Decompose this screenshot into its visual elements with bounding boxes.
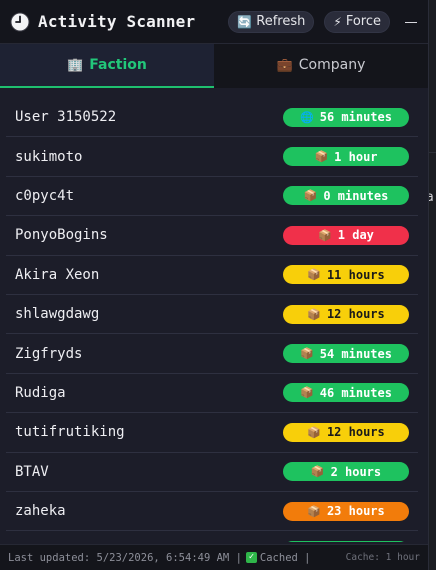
activity-badge: 📦 23 hours [283, 501, 409, 521]
activity-badge: 📦 1 day [283, 225, 409, 245]
panel-header: Activity Scanner 🔄 Refresh ⚡ Force [0, 0, 428, 44]
activity-badge-label: 1 hour [334, 149, 378, 164]
activity-badge-label: 2 hours [330, 464, 382, 479]
package-icon: 📦 [303, 189, 318, 203]
member-name[interactable]: BTAV [15, 464, 49, 480]
package-icon: 📦 [300, 386, 314, 400]
force-button[interactable]: ⚡ Force [324, 10, 390, 33]
minimize-button[interactable] [404, 15, 418, 29]
status-footer: Last updated: 5/23/2026, 6:54:49 AM | ✓ C… [0, 544, 428, 570]
refresh-button[interactable]: 🔄 Refresh [228, 10, 315, 33]
package-icon: 📦 [318, 228, 332, 242]
activity-badge: 📦 54 minutes [283, 344, 409, 364]
activity-badge: 📦 46 minutes [283, 383, 409, 403]
member-row[interactable]: BTAV 📦 2 hours [6, 453, 418, 492]
activity-badge: 🌐 56 minutes [283, 107, 409, 127]
activity-badge: 📦 11 hours [283, 265, 409, 285]
member-row[interactable]: 📦 [6, 531, 418, 542]
lightning-icon: ⚡ [333, 14, 342, 29]
member-name[interactable]: PonyoBogins [15, 227, 108, 243]
member-name[interactable]: shlawgdawg [15, 306, 99, 322]
tab-company-label: Company [298, 57, 366, 73]
activity-badge: 📦 [283, 540, 409, 542]
globe-icon: 🌐 [300, 110, 314, 124]
cached-label: Cached | [259, 551, 311, 564]
member-row[interactable]: sukimoto 📦 1 hour [6, 137, 418, 177]
package-icon: 📦 [300, 347, 314, 361]
tab-faction[interactable]: 🏢 Faction [0, 44, 214, 88]
member-row[interactable]: c0pyc4t 📦 0 minutes [6, 177, 418, 217]
member-row[interactable]: Akira Xeon 📦 11 hours [6, 256, 418, 295]
last-updated-text: Last updated: 5/23/2026, 6:54:49 AM | [8, 551, 242, 564]
clock-icon [10, 12, 30, 31]
refresh-icon: 🔄 [237, 14, 253, 29]
activity-badge-label: 56 minutes [319, 110, 392, 125]
app-title: Activity Scanner [38, 12, 196, 31]
member-row[interactable]: PonyoBogins 📦 1 day [6, 216, 418, 256]
member-name[interactable]: Akira Xeon [15, 267, 99, 283]
activity-badge: 📦 2 hours [283, 462, 409, 482]
member-name[interactable]: tutifrutiking [15, 424, 125, 440]
package-icon: 📦 [310, 465, 325, 479]
activity-badge-label: 11 hours [326, 267, 385, 282]
activity-badge-label: 0 minutes [323, 188, 389, 203]
tab-faction-label: Faction [89, 57, 147, 73]
tab-bar: 🏢 Faction 💼 Company [0, 44, 428, 88]
cached-status: ✓ Cached | [245, 551, 311, 564]
member-row[interactable]: zaheka 📦 23 hours [6, 492, 418, 532]
building-icon: 🏢 [67, 57, 84, 73]
member-row[interactable]: Rudiga 📦 46 minutes [6, 374, 418, 414]
activity-badge: 📦 1 hour [283, 147, 409, 167]
activity-badge-label: 46 minutes [319, 385, 392, 400]
activity-badge-label: 12 hours [326, 425, 385, 440]
package-icon: 📦 [314, 150, 329, 164]
activity-badge: 📦 12 hours [283, 304, 409, 324]
member-name[interactable]: User 3150522 [15, 109, 116, 125]
package-icon: 📦 [307, 504, 321, 518]
activity-badge-label: 1 day [337, 228, 374, 243]
member-row[interactable]: Zigfryds 📦 54 minutes [6, 334, 418, 374]
tab-company[interactable]: 💼 Company [214, 44, 428, 88]
package-icon: 📦 [307, 425, 321, 439]
activity-badge: 📦 0 minutes [283, 186, 409, 206]
cache-duration-hint: Cache: 1 hour [345, 552, 420, 563]
activity-badge-label: 12 hours [326, 307, 385, 322]
member-name[interactable]: Rudiga [15, 385, 66, 401]
check-icon: ✓ [245, 552, 257, 563]
member-name[interactable]: zaheka [15, 503, 66, 519]
briefcase-icon: 💼 [276, 57, 293, 73]
activity-badge-label: 54 minutes [319, 346, 392, 361]
member-row[interactable]: shlawgdawg 📦 12 hours [6, 295, 418, 335]
member-row[interactable]: User 3150522 🌐 56 minutes [6, 98, 418, 138]
activity-badge: 📦 12 hours [283, 422, 409, 442]
member-name[interactable]: c0pyc4t [15, 188, 74, 204]
activity-badge-label: 23 hours [326, 504, 385, 519]
package-icon: 📦 [307, 268, 321, 282]
member-name[interactable]: Zigfryds [15, 346, 82, 362]
member-row[interactable]: tutifrutiking 📦 12 hours [6, 413, 418, 453]
force-label: Force [345, 14, 381, 29]
member-name[interactable]: sukimoto [15, 149, 82, 165]
member-list[interactable]: User 3150522 🌐 56 minutes sukimoto 📦 1 hour c0… [6, 98, 418, 542]
package-icon: 📦 [307, 307, 321, 321]
refresh-label: Refresh [256, 14, 306, 29]
activity-scanner-panel: Activity Scanner 🔄 Refresh ⚡ Force 🏢 Fac… [0, 0, 429, 570]
